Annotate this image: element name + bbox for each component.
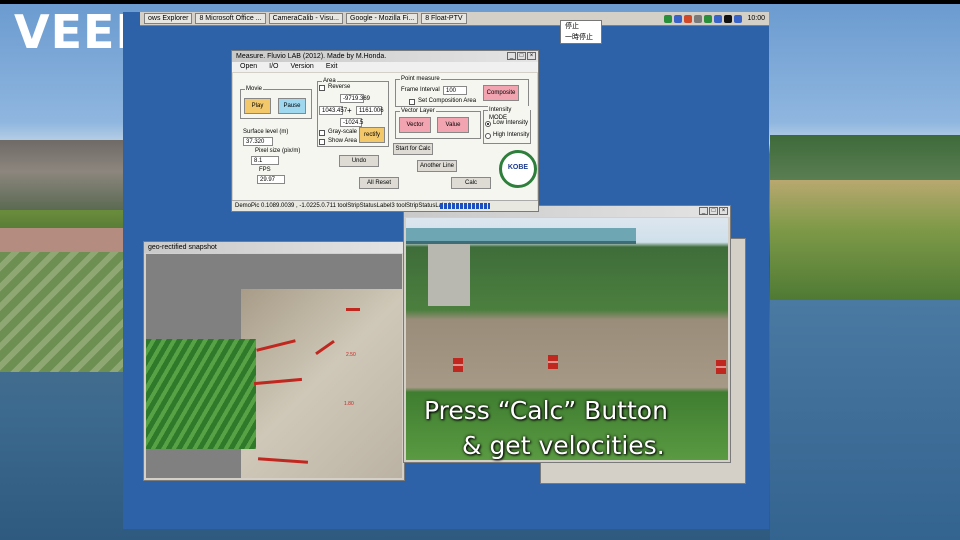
tray-icon-green[interactable] [664, 14, 673, 23]
maximize-icon[interactable]: □ [709, 207, 718, 215]
grayscale-checkbox[interactable] [319, 130, 325, 136]
area-left-field[interactable]: 1043.457 [319, 106, 347, 115]
caption-line-1: Press “Calc” Button [424, 396, 668, 425]
area-right-field[interactable]: 1161.006 [356, 106, 384, 115]
close-icon[interactable]: × [527, 52, 536, 60]
bridge [406, 228, 636, 244]
rectified-grass [146, 339, 256, 449]
calc-button[interactable]: Calc [451, 177, 491, 189]
system-tray: 10:00 [664, 14, 769, 23]
menu-bar: Open I/O Version Exit [232, 62, 538, 72]
rectify-button[interactable]: rectify [359, 127, 385, 143]
tray-context-menu: 停止 一時停止 [560, 20, 602, 44]
background-hills [770, 135, 960, 180]
set-composition-label: Set Composition Area [418, 98, 477, 104]
background-path [0, 228, 125, 252]
measure-titlebar: Measure. Fluvio LAB (2012). Made by M.Ho… [232, 51, 538, 62]
pixel-size-label: Pixel size (pix/m) [255, 148, 301, 154]
target-marker [453, 358, 463, 372]
frame-interval-field[interactable]: 100 [443, 86, 467, 95]
high-intensity-label: High Intensity [493, 132, 530, 138]
close-icon[interactable]: × [719, 207, 728, 215]
low-intensity-radio[interactable] [485, 121, 491, 127]
area-top-field[interactable]: -9719.369 [340, 94, 370, 103]
intensity-mode-group: Intensity MODE [483, 106, 531, 144]
reverse-label: Reverse [328, 84, 351, 90]
caption-line-2: & get velocities. [462, 431, 665, 460]
target-marker [716, 360, 726, 374]
set-composition-checkbox[interactable] [409, 99, 415, 105]
background-riverbank [770, 180, 960, 300]
status-bar: DemoPic 0.1089.0039 , -1.0225.0.711 tool… [232, 200, 538, 211]
fps-label: FPS [259, 167, 271, 173]
target-marker [548, 355, 558, 369]
play-button[interactable]: Play [244, 98, 271, 114]
surface-level-label: Surface level (m) [243, 129, 289, 135]
surface-level-field[interactable]: 37.320 [243, 137, 273, 146]
snapshot-title: geo-rectified snapshot [148, 244, 217, 251]
show-area-label: Show Area [328, 138, 358, 144]
menu-item-stop[interactable]: 停止 [565, 21, 601, 32]
task-button-floatptv[interactable]: 8 Float-PTV [421, 13, 467, 24]
measure-title: Measure. Fluvio LAB (2012). Made by M.Ho… [236, 53, 387, 60]
velocity-label: 1.80 [344, 401, 354, 407]
snapshot-window: geo-rectified snapshot 2.50 1.80 [143, 241, 405, 481]
menu-exit[interactable]: Exit [326, 62, 338, 72]
menu-open[interactable]: Open [240, 62, 257, 72]
point-measure-label: Point measure [400, 75, 441, 83]
value-button[interactable]: Value [437, 117, 469, 133]
menu-item-pause[interactable]: 一時停止 [565, 32, 601, 43]
snapshot-titlebar: geo-rectified snapshot [144, 242, 404, 253]
task-button-explorer[interactable]: ows Explorer [144, 13, 193, 24]
high-intensity-radio[interactable] [485, 133, 491, 139]
reverse-checkbox[interactable] [319, 85, 325, 91]
crosshair-icon: + [347, 106, 352, 115]
status-progress [440, 203, 490, 209]
vector-layer-label: Vector Layer [400, 107, 436, 115]
minimize-icon[interactable]: _ [507, 52, 516, 60]
start-calc-button[interactable]: Start for Calc [393, 143, 433, 155]
another-line-button[interactable]: Another Line [417, 160, 457, 172]
show-area-checkbox[interactable] [319, 139, 325, 145]
kobe-university-logo: KOBE [499, 150, 537, 188]
low-intensity-label: Low Intensity [493, 120, 529, 126]
task-button-firefox[interactable]: Google - Mozilla Fi... [346, 13, 419, 24]
taskbar: ows Explorer 8 Microsoft Office ... Came… [140, 12, 769, 26]
tray-icon-green-2[interactable] [704, 14, 713, 23]
background-embankment [0, 252, 125, 372]
clock: 10:00 [747, 15, 765, 22]
frame-interval-label: Frame Interval [401, 87, 440, 93]
composite-button[interactable]: Composite [483, 85, 519, 101]
tray-icon-blue-2[interactable] [714, 14, 723, 23]
tray-icon-gray[interactable] [694, 14, 703, 23]
velocity-label: 2.50 [346, 352, 356, 358]
task-button-office[interactable]: 8 Microsoft Office ... [195, 13, 266, 24]
tray-icon-dark[interactable] [724, 14, 733, 23]
tray-icon-red[interactable] [684, 14, 693, 23]
background-river [770, 300, 960, 540]
pause-button[interactable]: Pause [278, 98, 306, 114]
bridge-pier [428, 244, 470, 306]
status-text: DemoPic 0.1089.0039 , -1.0225.0.711 tool… [235, 203, 454, 209]
movie-group-label: Movie [245, 85, 264, 93]
rectified-image: 2.50 1.80 [146, 254, 402, 478]
tray-icon-blue-3[interactable] [734, 14, 743, 23]
velocity-arrow [346, 308, 360, 311]
vector-button[interactable]: Vector [399, 117, 431, 133]
maximize-icon[interactable]: □ [517, 52, 526, 60]
minimize-icon[interactable]: _ [699, 207, 708, 215]
grayscale-label: Gray-scale [328, 129, 358, 135]
menu-io[interactable]: I/O [269, 62, 278, 72]
undo-button[interactable]: Undo [339, 155, 379, 167]
task-button-cameracalib[interactable]: CameraCalib - Visu... [268, 13, 343, 24]
background-houses [0, 140, 125, 210]
measure-panel: Movie Play Pause Surface level (m) 37.32… [233, 73, 537, 200]
fps-field[interactable]: 29.97 [257, 175, 285, 184]
pixel-size-field[interactable]: 8.1 [251, 156, 279, 165]
area-bottom-field[interactable]: -1024.5 [340, 118, 363, 127]
measure-window: Measure. Fluvio LAB (2012). Made by M.Ho… [231, 50, 539, 212]
menu-version[interactable]: Version [290, 62, 313, 72]
all-reset-button[interactable]: All Reset [359, 177, 399, 189]
tray-icon-blue[interactable] [674, 14, 683, 23]
